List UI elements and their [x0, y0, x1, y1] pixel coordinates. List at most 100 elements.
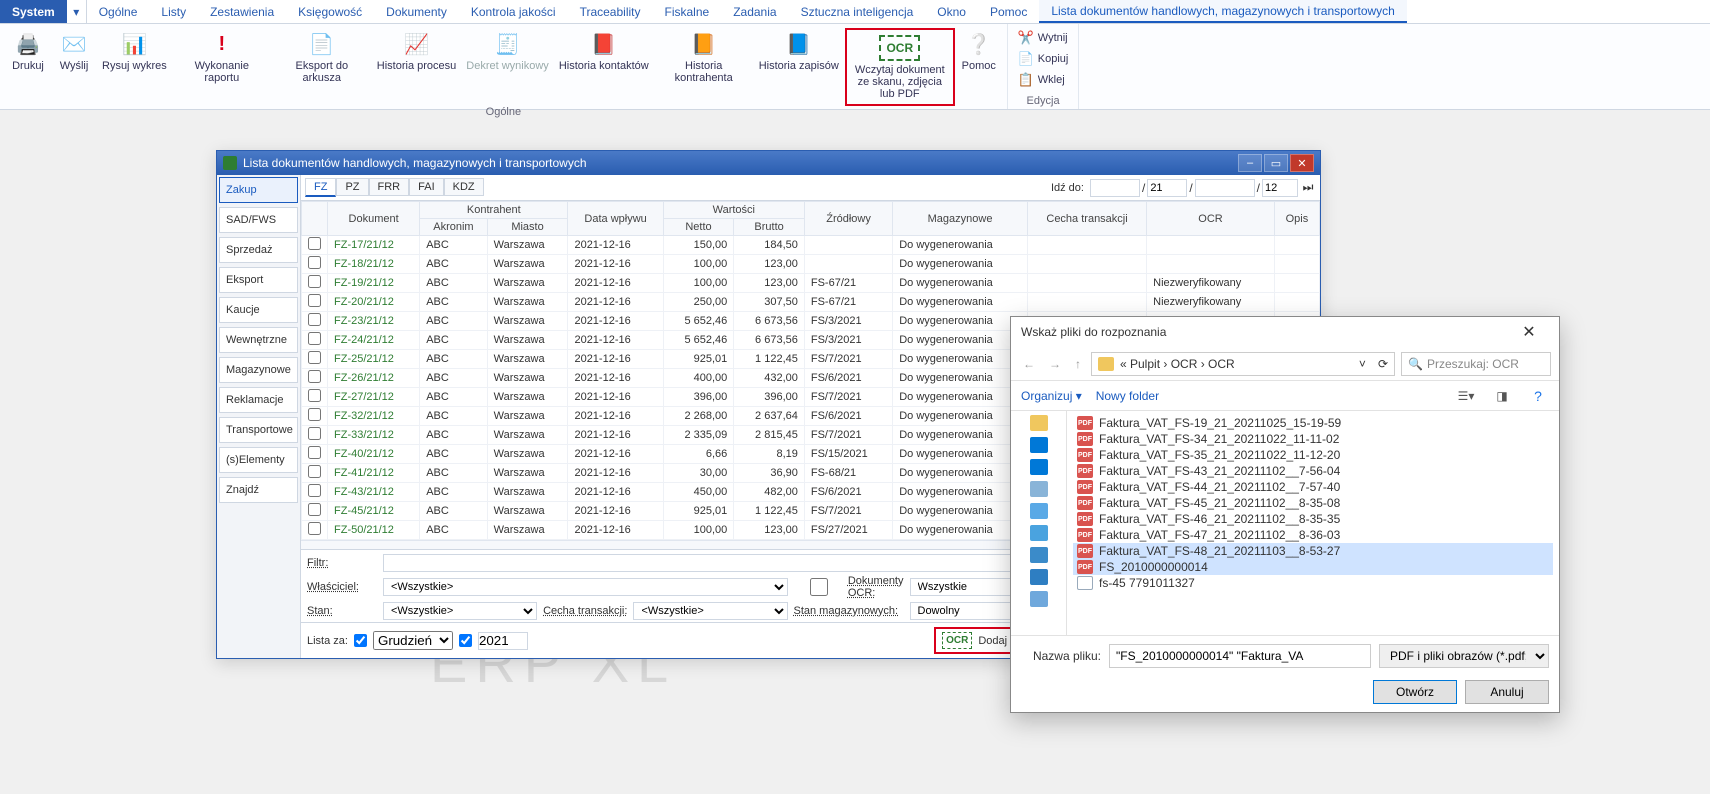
dokocr-checkbox[interactable]: [794, 578, 844, 596]
row-checkbox[interactable]: [308, 370, 321, 383]
file-item[interactable]: PDFFaktura_VAT_FS-48_21_20211103__8-53-2…: [1073, 543, 1553, 559]
row-checkbox[interactable]: [308, 237, 321, 250]
nav-tree[interactable]: [1011, 411, 1067, 635]
organize-menu[interactable]: Organizuj ▾: [1021, 389, 1082, 403]
sidebar-tab[interactable]: Magazynowe: [219, 357, 298, 383]
row-checkbox[interactable]: [308, 351, 321, 364]
row-checkbox[interactable]: [308, 389, 321, 402]
history-process-button[interactable]: 📈Historia procesu: [373, 28, 460, 106]
nav-forward-icon[interactable]: →: [1045, 355, 1065, 373]
sidebar-tab[interactable]: Wewnętrzne: [219, 327, 298, 353]
doc-type-tab[interactable]: FRR: [369, 178, 410, 196]
sidebar-tab[interactable]: Reklamacje: [219, 387, 298, 413]
menu-item[interactable]: Okno: [925, 0, 978, 23]
history-entries-button[interactable]: 📘Historia zapisów: [755, 28, 843, 106]
desktop-icon[interactable]: [1030, 591, 1048, 607]
file-item[interactable]: PDFFaktura_VAT_FS-43_21_20211102__7-56-0…: [1073, 463, 1553, 479]
nav-back-icon[interactable]: ←: [1019, 355, 1039, 373]
menu-item[interactable]: Dokumenty: [374, 0, 459, 23]
row-checkbox[interactable]: [308, 275, 321, 288]
cancel-button[interactable]: Anuluj: [1465, 680, 1549, 704]
menu-item[interactable]: Zadania: [721, 0, 788, 23]
help-button[interactable]: ❔Pomoc: [957, 28, 1001, 106]
row-checkbox[interactable]: [308, 313, 321, 326]
goto-input[interactable]: [1090, 179, 1140, 197]
menu-item[interactable]: Traceability: [568, 0, 653, 23]
sidebar-tab[interactable]: Zakup: [219, 177, 298, 203]
col-akronim[interactable]: Akronim: [420, 219, 487, 236]
goto-end-icon[interactable]: ⏭: [1300, 180, 1316, 195]
menu-item[interactable]: Kontrola jakości: [459, 0, 568, 23]
row-checkbox[interactable]: [308, 408, 321, 421]
sidebar-tab[interactable]: Sprzedaż: [219, 237, 298, 263]
sidebar-tab[interactable]: Transportowe: [219, 417, 298, 443]
row-checkbox[interactable]: [308, 484, 321, 497]
menu-item-active-document[interactable]: Lista dokumentów handlowych, magazynowyc…: [1039, 0, 1407, 23]
menu-item[interactable]: Ogólne: [87, 0, 150, 23]
row-checkbox[interactable]: [308, 256, 321, 269]
goto-page-b[interactable]: [1195, 179, 1255, 197]
file-item[interactable]: PDFFaktura_VAT_FS-44_21_20211102__7-57-4…: [1073, 479, 1553, 495]
col-miasto[interactable]: Miasto: [487, 219, 568, 236]
system-dropdown-icon[interactable]: ▾: [67, 0, 87, 23]
table-row[interactable]: FZ-19/21/12ABCWarszawa2021-12-16100,0012…: [302, 274, 1320, 293]
view-mode-button[interactable]: ☰▾: [1455, 385, 1477, 407]
file-item[interactable]: PDFFS_2010000000014: [1073, 559, 1553, 575]
music-icon[interactable]: [1030, 503, 1048, 519]
menu-item[interactable]: Listy: [149, 0, 198, 23]
col-opis[interactable]: Opis: [1274, 202, 1319, 236]
filename-input[interactable]: [1109, 644, 1371, 668]
row-checkbox[interactable]: [308, 294, 321, 307]
goto-page-a[interactable]: [1147, 179, 1187, 197]
pictures-icon[interactable]: [1030, 525, 1048, 541]
row-checkbox[interactable]: [308, 465, 321, 478]
search-field[interactable]: 🔍 Przeszukaj: OCR: [1401, 352, 1551, 376]
file-item[interactable]: PDFFaktura_VAT_FS-45_21_20211102__8-35-0…: [1073, 495, 1553, 511]
month-checkbox[interactable]: [354, 634, 367, 647]
new-folder-button[interactable]: Nowy folder: [1096, 389, 1159, 403]
file-list[interactable]: PDFFaktura_VAT_FS-19_21_20211025_15-19-5…: [1067, 411, 1559, 635]
col-magazynowe[interactable]: Magazynowe: [893, 202, 1028, 236]
filetype-select[interactable]: PDF i pliki obrazów (*.pdf;*.png: [1379, 644, 1549, 668]
send-button[interactable]: ✉️Wyślij: [52, 28, 96, 106]
sidebar-tab[interactable]: Eksport: [219, 267, 298, 293]
row-checkbox[interactable]: [308, 332, 321, 345]
chart-button[interactable]: 📊Rysuj wykres: [98, 28, 171, 106]
path-dropdown-icon[interactable]: ˅: [1359, 357, 1366, 371]
file-item[interactable]: PDFFaktura_VAT_FS-35_21_20211022_11-12-2…: [1073, 447, 1553, 463]
print-button[interactable]: 🖨️Drukuj: [6, 28, 50, 106]
file-item[interactable]: PDFFaktura_VAT_FS-47_21_20211102__8-36-0…: [1073, 527, 1553, 543]
onedrive-icon[interactable]: [1030, 437, 1048, 453]
copy-button[interactable]: 📄Kopiuj: [1014, 49, 1073, 69]
sidebar-tab[interactable]: Kaucje: [219, 297, 298, 323]
row-checkbox[interactable]: [308, 427, 321, 440]
nav-up-icon[interactable]: ↑: [1071, 355, 1085, 373]
col-data[interactable]: Data wpływu: [568, 202, 663, 236]
col-dokument[interactable]: Dokument: [328, 202, 420, 236]
menu-item[interactable]: Pomoc: [978, 0, 1039, 23]
month-select[interactable]: Grudzień: [373, 631, 453, 650]
table-row[interactable]: FZ-17/21/12ABCWarszawa2021-12-16150,0018…: [302, 236, 1320, 255]
report-button[interactable]: !Wykonanie raportu: [173, 28, 271, 106]
table-row[interactable]: FZ-18/21/12ABCWarszawa2021-12-16100,0012…: [302, 255, 1320, 274]
paste-button[interactable]: 📋Wklej: [1014, 70, 1073, 90]
menu-item[interactable]: Zestawienia: [198, 0, 286, 23]
thispc-icon[interactable]: [1030, 459, 1048, 475]
col-zrodlowy[interactable]: Źródłowy: [804, 202, 892, 236]
downloads-icon[interactable]: [1030, 569, 1048, 585]
table-row[interactable]: FZ-20/21/12ABCWarszawa2021-12-16250,0030…: [302, 293, 1320, 312]
window-titlebar[interactable]: Lista dokumentów handlowych, magazynowyc…: [217, 151, 1320, 175]
history-contractor-button[interactable]: 📙Historia kontrahenta: [655, 28, 753, 106]
address-bar[interactable]: « Pulpit › OCR › OCR ˅ ⟳: [1091, 352, 1395, 376]
cut-button[interactable]: ✂️Wytnij: [1014, 28, 1073, 48]
col-wartosci[interactable]: Wartości: [663, 202, 804, 219]
ocr-load-button[interactable]: OCR Wczytaj dokument ze skanu, zdjęcia l…: [851, 32, 949, 102]
menu-item[interactable]: Fiskalne: [653, 0, 722, 23]
col-kontrahent[interactable]: Kontrahent: [420, 202, 568, 219]
documents-icon[interactable]: [1030, 481, 1048, 497]
doc-type-tab[interactable]: FAI: [409, 178, 444, 196]
stan-select[interactable]: <Wszystkie>: [383, 602, 537, 620]
refresh-icon[interactable]: ⟳: [1378, 357, 1388, 371]
col-ocr[interactable]: OCR: [1147, 202, 1275, 236]
cecha-select[interactable]: <Wszystkie>: [633, 602, 787, 620]
